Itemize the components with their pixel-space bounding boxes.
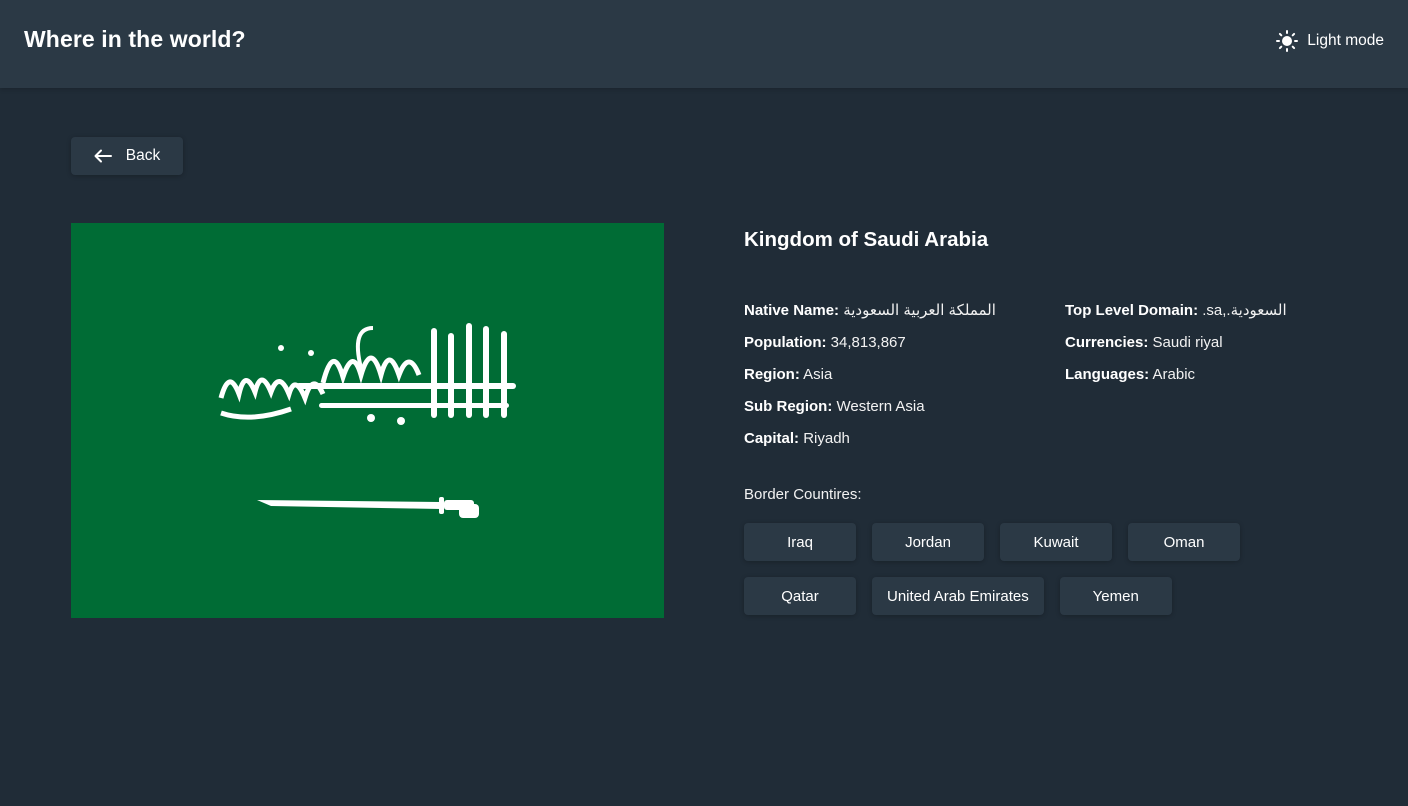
country-details-primary: Native Name: المملكة العربية السعودية Po… [744, 295, 996, 455]
region-row: Region: Asia [744, 366, 833, 383]
theme-toggle-button[interactable]: Light mode [1276, 28, 1384, 54]
country-details-secondary: Top Level Domain: .sa,.السعودية Currenci… [1065, 295, 1287, 391]
border-countries-list: Iraq Jordan Kuwait Oman Qatar United Ara… [744, 523, 1264, 615]
languages-row: Languages: Arabic [1065, 366, 1196, 383]
border-country-kuwait[interactable]: Kuwait [1000, 523, 1112, 561]
border-country-jordan[interactable]: Jordan [872, 523, 984, 561]
border-country-yemen[interactable]: Yemen [1059, 577, 1172, 615]
theme-toggle-label: Light mode [1307, 32, 1384, 49]
arrow-left-icon [94, 149, 112, 163]
country-flag [71, 223, 664, 618]
border-country-united-arab-emirates[interactable]: United Arab Emirates [872, 577, 1044, 615]
sub-region-row: Sub Region: Western Asia [744, 398, 925, 415]
border-country-qatar[interactable]: Qatar [744, 577, 856, 615]
population-row: Population: 34,813,867 [744, 334, 906, 351]
currencies-row: Currencies: Saudi riyal [1065, 334, 1223, 351]
app-title: Where in the world? [24, 26, 246, 52]
top-level-domain-row: Top Level Domain: .sa,.السعودية [1065, 302, 1287, 319]
country-name: Kingdom of Saudi Arabia [744, 228, 989, 251]
sun-icon [1276, 30, 1299, 52]
capital-row: Capital: Riyadh [744, 430, 850, 447]
border-countries-label: Border Countires: [744, 486, 862, 503]
back-button[interactable]: Back [71, 137, 183, 175]
native-name-row: Native Name: المملكة العربية السعودية [744, 302, 996, 319]
site-header: Where in the world? Light mode [0, 0, 1408, 88]
border-country-iraq[interactable]: Iraq [744, 523, 856, 561]
border-country-oman[interactable]: Oman [1128, 523, 1240, 561]
back-button-label: Back [125, 147, 161, 164]
